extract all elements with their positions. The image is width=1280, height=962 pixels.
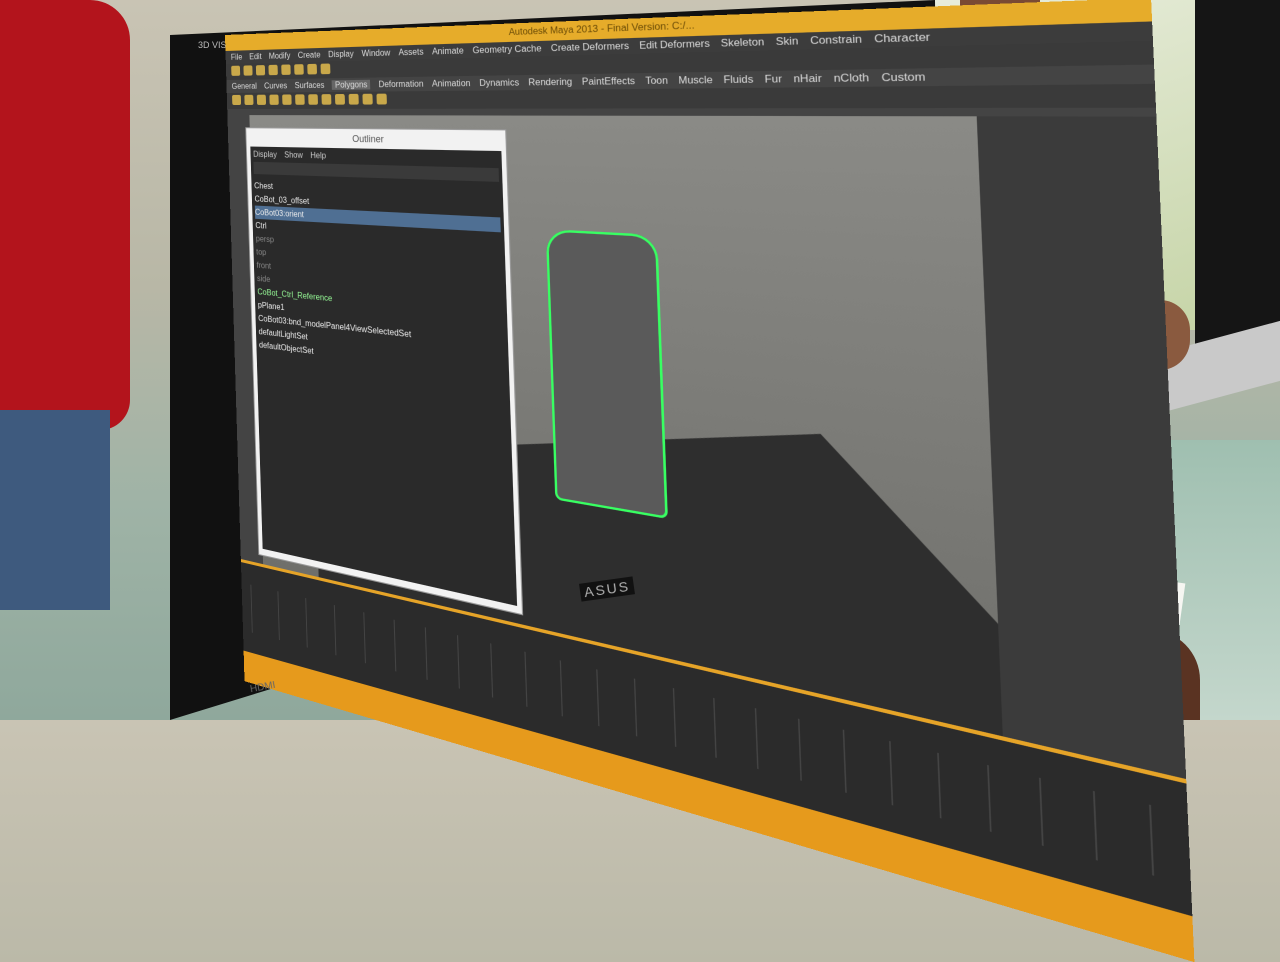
robot-character[interactable] bbox=[545, 228, 668, 519]
menu-item[interactable]: Skeleton bbox=[721, 36, 765, 49]
shelf-tab[interactable]: Polygons bbox=[331, 79, 371, 90]
shelf-tab[interactable]: Muscle bbox=[678, 74, 713, 86]
outliner-menu-item[interactable]: Show bbox=[284, 150, 303, 160]
menu-item[interactable]: File bbox=[231, 52, 243, 61]
shelf-tab[interactable]: Curves bbox=[264, 81, 287, 91]
outliner-menu-item[interactable]: Display bbox=[253, 150, 277, 160]
shelf-tab[interactable]: Animation bbox=[432, 78, 471, 89]
menu-item[interactable]: Modify bbox=[269, 51, 291, 61]
shelf-tab[interactable]: Deformation bbox=[378, 79, 423, 89]
shelf-tab[interactable]: Dynamics bbox=[479, 77, 519, 88]
outliner-list: Chest CoBot_03_offset CoBot03:orient Ctrl pe… bbox=[254, 179, 506, 382]
channel-box bbox=[976, 116, 1187, 780]
person-left bbox=[0, 0, 130, 430]
shelf-tab[interactable]: Surfaces bbox=[294, 80, 324, 90]
second-monitor bbox=[1195, 0, 1280, 350]
menu-item[interactable]: Animate bbox=[432, 46, 464, 57]
menu-item[interactable]: Display bbox=[328, 49, 354, 59]
menu-item[interactable]: Constrain bbox=[810, 33, 862, 46]
menu-item[interactable]: Window bbox=[361, 48, 390, 59]
menu-item[interactable]: Skin bbox=[776, 35, 799, 47]
shelf-tab[interactable]: PaintEffects bbox=[582, 76, 636, 88]
maya-screen: Autodesk Maya 2013 - Final Version: C:/.… bbox=[225, 0, 1195, 962]
menu-item[interactable]: Edit bbox=[249, 52, 262, 61]
shelf-tab[interactable]: General bbox=[232, 82, 257, 91]
shelf-tab[interactable]: nHair bbox=[793, 73, 822, 85]
menu-item[interactable]: Create bbox=[298, 50, 321, 60]
shelf-tab[interactable]: Fluids bbox=[723, 74, 753, 86]
person-left-jeans bbox=[0, 410, 110, 610]
outliner-window: Outliner Display Show Help Chest CoBot_03_o… bbox=[245, 127, 524, 616]
shelf-tab[interactable]: Toon bbox=[645, 75, 668, 86]
menu-item[interactable]: Geometry Cache bbox=[472, 43, 541, 55]
shelf-tab[interactable]: Fur bbox=[764, 73, 782, 85]
outliner-menu-item[interactable]: Help bbox=[310, 151, 326, 161]
menu-item[interactable]: Assets bbox=[398, 47, 423, 58]
menu-item[interactable]: Create Deformers bbox=[551, 41, 629, 54]
shelf-tab[interactable]: Rendering bbox=[528, 77, 572, 88]
shelf-tab[interactable]: nCloth bbox=[834, 72, 870, 84]
menu-item[interactable]: Edit Deformers bbox=[639, 38, 710, 51]
shelf-tab[interactable]: Custom bbox=[881, 71, 925, 84]
outliner-filter-input[interactable] bbox=[253, 161, 500, 182]
menu-item[interactable]: Character bbox=[874, 31, 930, 45]
